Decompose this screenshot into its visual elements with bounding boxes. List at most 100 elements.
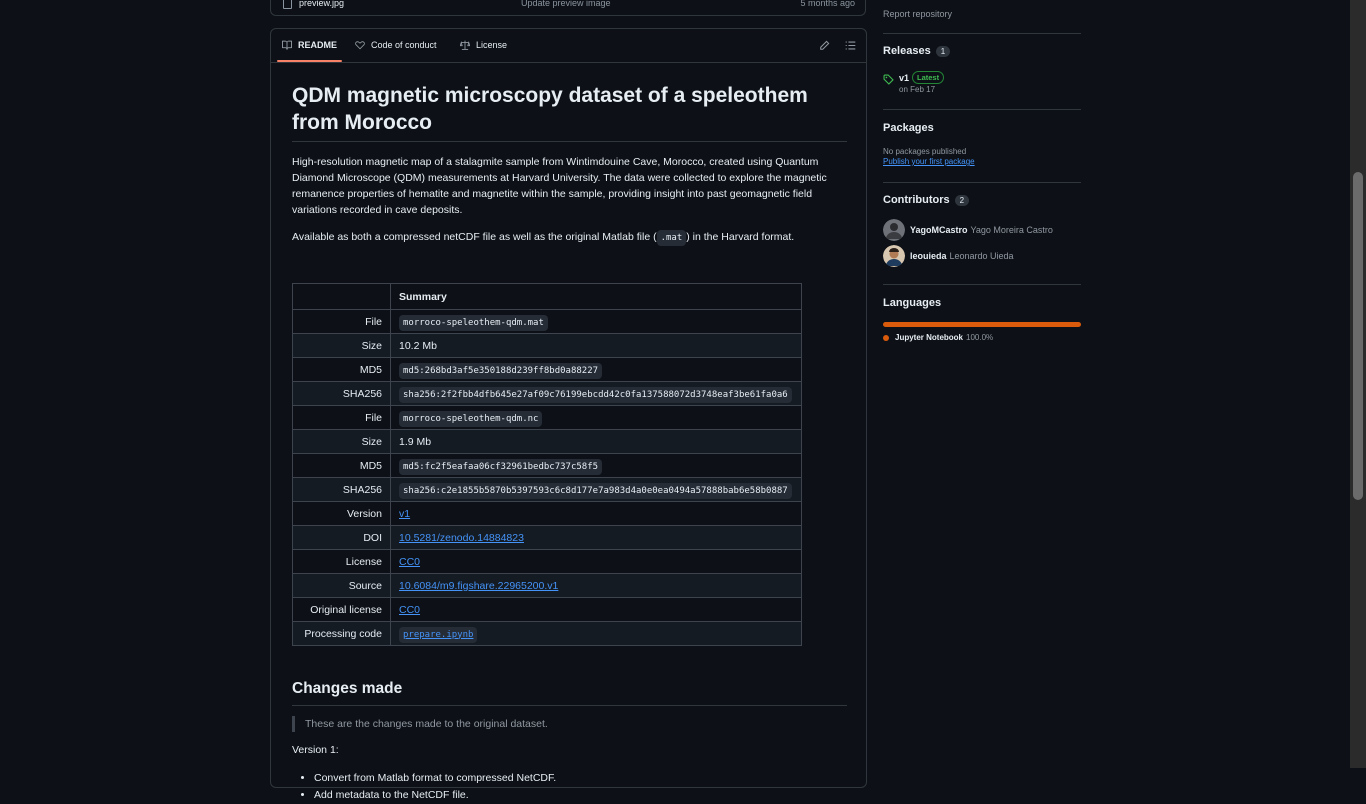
heart-hands-icon xyxy=(355,41,365,50)
table-key-cell: File xyxy=(292,405,391,430)
language-item[interactable]: Jupyter Notebook 100.0% xyxy=(883,333,1081,342)
release-tag-link[interactable]: v1 xyxy=(899,73,909,83)
table-value-cell: 10.2 Mb xyxy=(390,333,802,358)
table-key-cell: Original license xyxy=(292,597,391,622)
table-key-cell: DOI xyxy=(292,525,391,550)
summary-table: Summary File morroco-speleothem-qdm.mat Si… xyxy=(292,283,802,646)
releases-section: Releases 1 v1 Latest on Feb 17 xyxy=(883,45,1081,94)
value-link[interactable]: v1 xyxy=(399,508,410,520)
no-packages-text: No packages published xyxy=(883,147,967,156)
table-key-cell: SHA256 xyxy=(292,381,391,406)
tab-readme[interactable]: README xyxy=(276,29,343,62)
languages-section: Languages Jupyter Notebook 100.0% xyxy=(883,297,1081,342)
processing-code-link[interactable]: prepare.ipynb xyxy=(399,626,478,643)
table-key-cell: License xyxy=(292,549,391,574)
table-value-cell: morroco-speleothem-qdm.nc xyxy=(390,405,802,430)
value-link[interactable]: CC0 xyxy=(399,556,420,568)
readme-description: High-resolution magnetic map of a stalag… xyxy=(292,156,827,216)
table-key-cell: MD5 xyxy=(292,357,391,382)
table-value-cell: md5:fc2f5eafaa06cf32961bedbc737c58f5 xyxy=(390,453,802,478)
commit-message-link[interactable]: Update preview image xyxy=(521,0,611,8)
contributors-heading[interactable]: Contributors xyxy=(883,194,950,206)
tab-readme-label: README xyxy=(298,40,338,50)
table-row: SHA256 sha256:2f2fbb4dfb645e27af09c76199e… xyxy=(292,381,802,406)
table-key-cell: File xyxy=(292,309,391,334)
code-value: morroco-speleothem-qdm.nc xyxy=(399,410,543,427)
table-value-cell: CC0 xyxy=(390,549,802,574)
file-list-remnant: preview.jpg Update preview image 5 month… xyxy=(270,0,866,16)
code-value: md5:268bd3af5e350188d239ff8bd0a88227 xyxy=(399,362,603,379)
table-key-cell: Version xyxy=(292,501,391,526)
value-link[interactable]: 10.5281/zenodo.14884823 xyxy=(399,532,524,544)
law-icon xyxy=(460,40,470,50)
publish-package-link[interactable]: Publish your first package xyxy=(883,157,1081,166)
avatar xyxy=(883,219,905,241)
table-key-cell: Size xyxy=(292,333,391,358)
table-value-cell: v1 xyxy=(390,501,802,526)
changes-heading: Changes made xyxy=(292,680,847,706)
contributor-item[interactable]: YagoMCastro Yago Moreira Castro xyxy=(883,217,1053,243)
contributor-name: Yago Moreira Castro xyxy=(970,225,1053,235)
table-row: Size 10.2 Mb xyxy=(292,333,802,358)
outline-button[interactable] xyxy=(845,38,856,54)
contributor-login[interactable]: YagoMCastro xyxy=(910,225,968,235)
code-value: morroco-speleothem-qdm.mat xyxy=(399,314,548,331)
divider xyxy=(883,33,1081,34)
table-row: MD5 md5:268bd3af5e350188d239ff8bd0a88227 xyxy=(292,357,802,382)
table-row: File morroco-speleothem-qdm.mat xyxy=(292,309,802,334)
contributor-item[interactable]: leouieda Leonardo Uieda xyxy=(883,243,1053,269)
table-key-cell: Size xyxy=(292,429,391,454)
value-link[interactable]: 10.6084/m9.figshare.22965200.v1 xyxy=(399,580,558,592)
table-value-cell: 10.5281/zenodo.14884823 xyxy=(390,525,802,550)
value-link[interactable]: CC0 xyxy=(399,604,420,616)
tab-license-label: License xyxy=(476,40,508,50)
contributor-name: Leonardo Uieda xyxy=(949,251,1014,261)
code-value: sha256:2f2fbb4dfb645e27af09c76199ebcdd42… xyxy=(399,386,792,403)
table-value-cell: sha256:2f2fbb4dfb645e27af09c76199ebcdd42… xyxy=(390,381,802,406)
availability-text-pre: Available as both a compressed netCDF fi… xyxy=(292,231,657,243)
table-row: File morroco-speleothem-qdm.nc xyxy=(292,405,802,430)
language-color-dot xyxy=(883,334,889,341)
releases-heading[interactable]: Releases xyxy=(883,45,931,57)
table-row: SHA256 sha256:c2e1855b5870b5397593c6c8d17… xyxy=(292,477,802,502)
table-value-cell: CC0 xyxy=(390,597,802,622)
table-row: Processing code prepare.ipynb xyxy=(292,621,802,646)
report-repository-link[interactable]: Report repository xyxy=(883,9,952,19)
code-value: sha256:c2e1855b5870b5397593c6c8d177e7a98… xyxy=(399,482,792,499)
file-name-link[interactable]: preview.jpg xyxy=(299,0,344,8)
table-row: Original license CC0 xyxy=(292,597,802,622)
divider xyxy=(883,109,1081,110)
table-key-cell: SHA256 xyxy=(292,477,391,502)
table-key-cell: MD5 xyxy=(292,453,391,478)
table-header-row: Summary xyxy=(292,283,802,310)
latest-badge: Latest xyxy=(912,71,945,84)
scrollbar-thumb[interactable] xyxy=(1353,172,1363,500)
text-value: 10.2 Mb xyxy=(399,339,437,352)
releases-count: 1 xyxy=(935,45,951,57)
changes-list: Convert from Matlab format to compressed… xyxy=(292,770,556,804)
language-bar xyxy=(883,322,1081,327)
readme-tabs: README Code of conduct License xyxy=(271,29,866,63)
table-value-cell: md5:268bd3af5e350188d239ff8bd0a88227 xyxy=(390,357,802,382)
contributor-login[interactable]: leouieda xyxy=(910,251,947,261)
page-scrollbar[interactable] xyxy=(1350,0,1366,768)
changes-blockquote: These are the changes made to the origin… xyxy=(292,716,548,732)
packages-heading[interactable]: Packages xyxy=(883,122,934,134)
languages-heading: Languages xyxy=(883,297,942,309)
tab-code-of-conduct[interactable]: Code of conduct xyxy=(355,29,437,61)
table-header-empty xyxy=(292,283,391,310)
edit-file-button[interactable] xyxy=(819,38,830,54)
release-date: on Feb 17 xyxy=(899,85,936,94)
list-item: Convert from Matlab format to compressed… xyxy=(314,770,556,787)
tab-license[interactable]: License xyxy=(460,29,507,61)
divider xyxy=(883,284,1081,285)
commit-date: 5 months ago xyxy=(800,0,855,8)
list-icon xyxy=(845,41,856,50)
table-value-cell: sha256:c2e1855b5870b5397593c6c8d177e7a98… xyxy=(390,477,802,502)
contributors-count: 2 xyxy=(954,194,970,206)
contributors-section: Contributors 2 YagoMCastro Yago Moreira C… xyxy=(883,194,1081,267)
mat-code: .mat xyxy=(656,230,687,246)
divider xyxy=(883,182,1081,183)
version-label: Version 1: xyxy=(292,744,339,756)
language-name: Jupyter Notebook xyxy=(895,333,964,342)
